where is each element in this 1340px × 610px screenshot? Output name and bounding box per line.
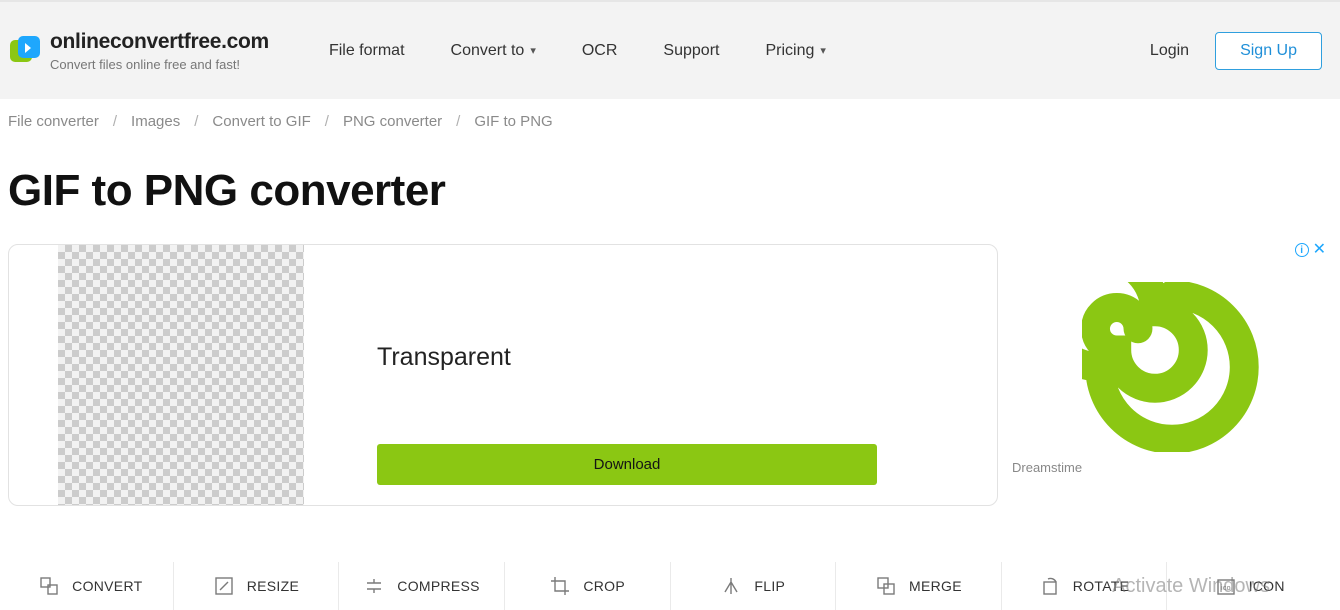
brand-name: onlineconvertfree.com [50,30,269,54]
icon-tool-icon: ico [1215,575,1237,597]
tool-crop[interactable]: CROP [504,562,670,610]
brand[interactable]: onlineconvertfree.com Convert files onli… [8,30,269,72]
signup-button[interactable]: Sign Up [1215,32,1322,70]
tool-resize-label: RESIZE [247,578,299,594]
tools-toolbar: CONVERT RESIZE COMPRESS CROP FLIP MERGE … [0,562,1340,610]
preview-label: Transparent [377,343,973,372]
tool-flip-label: FLIP [754,578,785,594]
ad-spiral-icon[interactable] [1082,282,1262,452]
tool-rotate[interactable]: ROTATE [1001,562,1167,610]
nav-convert-to-label: Convert to [451,42,525,60]
flip-icon [720,575,742,597]
ad-close-icon[interactable]: ✕ [1313,242,1326,258]
ad-controls: i ✕ [1295,242,1326,258]
breadcrumb-separator: / [113,113,117,130]
preview-card: Transparent Download [8,244,998,506]
breadcrumb-convert-to-gif[interactable]: Convert to GIF [212,113,310,130]
breadcrumb-png-converter[interactable]: PNG converter [343,113,442,130]
tool-resize[interactable]: RESIZE [173,562,339,610]
ad-info-icon[interactable]: i [1295,243,1309,257]
tool-convert[interactable]: CONVERT [8,562,173,610]
main-nav: File format Convert to ▾ OCR Support Pri… [329,42,826,60]
tool-icon[interactable]: ico ICON [1166,562,1332,610]
rotate-icon [1039,575,1061,597]
crop-icon [549,575,571,597]
breadcrumb-images[interactable]: Images [131,113,180,130]
compress-icon [363,575,385,597]
ad-caption[interactable]: Dreamstime [1012,460,1332,475]
tool-merge[interactable]: MERGE [835,562,1001,610]
breadcrumb: File converter / Images / Convert to GIF… [0,99,1340,144]
preview-thumbnail [9,245,353,505]
nav-file-format[interactable]: File format [329,42,405,60]
tool-rotate-label: ROTATE [1073,578,1130,594]
download-button[interactable]: Download [377,444,877,485]
nav-convert-to[interactable]: Convert to ▾ [451,42,536,60]
breadcrumb-separator: / [456,113,460,130]
tool-merge-label: MERGE [909,578,962,594]
page-title: GIF to PNG converter [0,144,1340,244]
breadcrumb-separator: / [325,113,329,130]
tool-compress[interactable]: COMPRESS [338,562,504,610]
merge-icon [875,575,897,597]
chevron-down-icon: ▾ [820,44,826,57]
tool-icon-label: ICON [1249,578,1285,594]
svg-text:ico: ico [1221,585,1231,592]
resize-icon [213,575,235,597]
convert-icon [38,575,60,597]
top-navbar: onlineconvertfree.com Convert files onli… [0,0,1340,99]
brand-tagline: Convert files online free and fast! [50,57,269,72]
breadcrumb-current: GIF to PNG [474,113,552,130]
ad-sidebar: i ✕ Dreamstime [1012,244,1332,475]
brand-logo-icon [8,34,42,68]
breadcrumb-file-converter[interactable]: File converter [8,113,99,130]
chevron-down-icon: ▾ [530,44,536,57]
nav-support[interactable]: Support [663,42,719,60]
tool-convert-label: CONVERT [72,578,142,594]
tool-crop-label: CROP [583,578,625,594]
nav-pricing[interactable]: Pricing ▾ [765,42,825,60]
tool-compress-label: COMPRESS [397,578,480,594]
nav-pricing-label: Pricing [765,42,814,60]
login-link[interactable]: Login [1150,42,1189,60]
tool-flip[interactable]: FLIP [670,562,836,610]
nav-ocr[interactable]: OCR [582,42,618,60]
transparent-checker-icon [58,245,304,506]
breadcrumb-separator: / [194,113,198,130]
